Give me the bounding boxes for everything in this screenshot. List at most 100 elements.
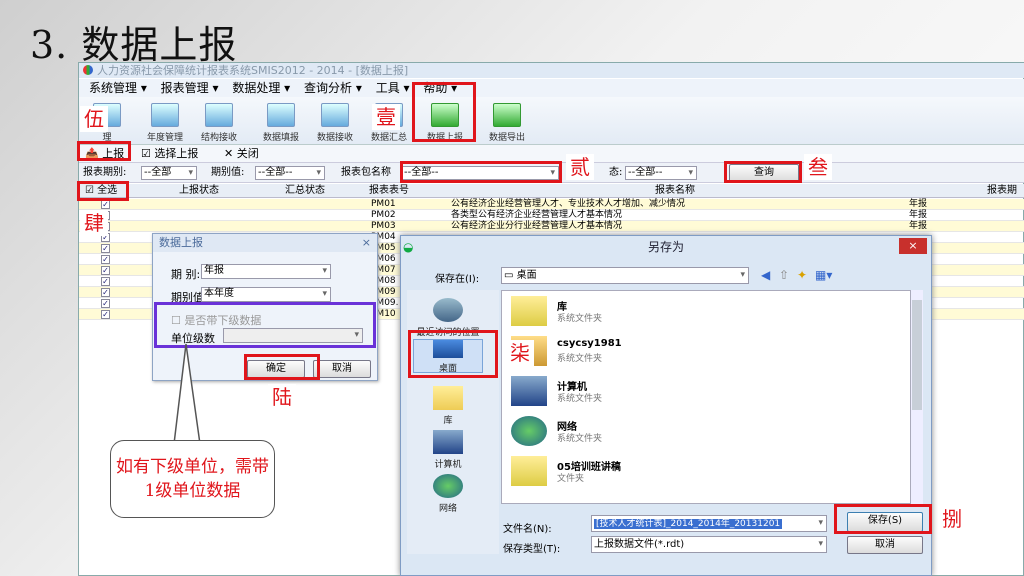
save-as-title: 另存为 [647,240,684,254]
period-value-select[interactable]: --全部-- [255,166,325,180]
file-list-scrollbar[interactable] [911,290,923,504]
nav-network-label: 网络 [438,504,457,514]
toolbar-label: 结构接收 [200,133,237,143]
row-code: PM02 [371,210,396,220]
row-checkbox[interactable]: ✓ [101,277,110,286]
computer-icon [511,376,547,406]
badge-4: 肆 [80,210,108,236]
file-item[interactable]: 计算机 系统文件夹 [511,374,811,412]
dlg-period-value-select[interactable]: 本年度 [201,287,331,302]
back-icon[interactable]: ◀ [761,268,770,282]
toolbar-receive-button[interactable]: 数据接收 [309,101,361,143]
filetype-label: 保存类型(T): [503,544,561,555]
upload-dialog-title: 数据上报 [159,236,203,249]
up-folder-icon[interactable]: ⇧ [779,268,789,282]
menu-data[interactable]: 数据处理 ▾ [232,81,290,95]
period-value-label: 期别值: [211,167,245,178]
table-row[interactable]: ✓PM03公有经济企业分行业经营管理人才基本情况年报 [79,221,1024,232]
highlight-query-button [724,161,802,183]
year-icon [151,103,179,127]
nav-computer[interactable]: 计算机 [413,430,483,470]
row-checkbox[interactable]: ✓ [101,244,110,253]
callout-pointer [173,343,201,444]
filename-input[interactable]: [技术人才统计表]_2014_2014年_20131201 [591,515,827,532]
cancel-button[interactable]: 取消 [847,536,923,554]
nav-library[interactable]: 库 [413,386,483,426]
filename-value: [技术人才统计表]_2014_2014年_20131201 [594,519,783,529]
col-table-name: 报表名称 [655,185,695,196]
file-item[interactable]: 05培训班讲稿 文件夹 [511,454,811,492]
nav-library-label: 库 [443,416,453,426]
upload-dialog-titlebar: 数据上报 × [153,234,377,252]
badge-1: 壹 [372,104,400,130]
badge-7: 柒 [506,340,534,366]
window-title: 人力资源社会保障统计报表系统SMIS2012 - 2014 - [数据上报] [97,64,409,77]
scrollbar-thumb[interactable] [912,300,922,410]
close-action[interactable]: ✕ 关闭 [224,145,259,163]
highlight-save-button [834,504,932,534]
table-row[interactable]: ✓ PM01 公有经济企业经营管理人才、专业技术人才增加、减少情况 年报 [79,199,1024,210]
col-period: 报表期 [987,185,1017,196]
recent-places-icon [433,298,463,322]
file-desc: 系统文件夹 [557,314,603,324]
menubar: 系统管理 ▾ 报表管理 ▾ 数据处理 ▾ 查询分析 ▾ 工具 ▾ 帮助 ▾ [79,79,1024,97]
period-select[interactable]: --全部 [141,166,197,180]
file-desc: 系统文件夹 [557,434,603,444]
view-menu-icon[interactable]: ▦▾ [815,268,832,282]
row-checkbox[interactable]: ✓ [101,299,110,308]
badge-2: 贰 [566,154,594,180]
status-select[interactable]: --全部-- [625,166,697,180]
nav-network[interactable]: 网络 [413,474,483,514]
toolbar-year-button[interactable]: 年度管理 [139,101,191,143]
menu-report[interactable]: 报表管理 ▾ [161,81,219,95]
toolbar-export-button[interactable]: 数据导出 [481,101,533,143]
toolbar-label: 数据填报 [262,133,299,143]
select-upload-action[interactable]: ☑ 选择上报 [141,145,198,163]
slide-title: 3. 数据上报 [30,23,238,67]
dlg-period-select[interactable]: 年报 [201,264,331,279]
file-item[interactable]: 网络 系统文件夹 [511,414,811,452]
library-icon [433,386,463,410]
file-desc: 文件夹 [557,474,585,484]
row-checkbox[interactable]: ✓ [101,255,110,264]
callout-note: 如有下级单位，需带1级单位数据 [110,440,275,518]
menu-query[interactable]: 查询分析 ▾ [304,81,362,95]
receive-icon [321,103,349,127]
row-name: 公有经济企业分行业经营管理人才基本情况 [451,221,623,231]
row-code: PM03 [371,221,396,231]
col-summary-status: 汇总状态 [285,185,325,196]
folder-icon [511,456,547,486]
row-checkbox[interactable]: ✓ [101,310,110,319]
row-checkbox[interactable]: ✓ [101,266,110,275]
file-item[interactable]: csycsy1981 系统文件夹 [511,334,811,372]
row-checkbox[interactable]: ✓ [101,200,110,209]
row-name: 各类型公有经济企业经营管理人才基本情况 [451,210,623,220]
save-in-select[interactable]: ▭ 桌面 [501,267,749,284]
dlg-period-label: 期 别: [171,268,201,281]
file-item[interactable]: 库系统文件夹 [511,294,811,332]
toolbar-structure-button[interactable]: 结构接收 [193,101,245,143]
menu-system[interactable]: 系统管理 ▾ [89,81,147,95]
dlg-cancel-button[interactable]: 取消 [313,360,371,378]
save-as-close-button[interactable]: × [899,238,927,254]
close-action-label: 关闭 [236,147,259,160]
menu-tools[interactable]: 工具 ▾ [376,81,410,95]
new-folder-icon[interactable]: ✦ [797,268,807,282]
package-label: 报表包名称 [341,167,391,178]
structure-icon [205,103,233,127]
save-as-titlebar: 另存为 [401,236,931,258]
nav-computer-label: 计算机 [434,460,462,470]
row-checkbox[interactable]: ✓ [101,288,110,297]
filetype-select[interactable]: 上报数据文件(*.rdt) [591,536,827,553]
upload-dialog-close-icon[interactable]: × [362,234,371,252]
file-name: csycsy1981 [557,338,622,349]
toolbar-label: 数据导出 [488,133,525,143]
save-in-value: 桌面 [516,270,537,281]
window-titlebar: 人力资源社会保障统计报表系统SMIS2012 - 2014 - [数据上报] [79,63,1024,78]
toolbar-fill-button[interactable]: 数据填报 [255,101,307,143]
badge-8: 捌 [938,506,966,532]
table-row[interactable]: ✓PM02各类型公有经济企业经营管理人才基本情况年报 [79,210,1024,221]
grid-header: ☑ 全选 上报状态 汇总状态 报表表号 报表名称 报表期 [79,184,1024,198]
toolbar-label: 数据汇总 [370,133,407,143]
computer-icon [433,430,463,454]
